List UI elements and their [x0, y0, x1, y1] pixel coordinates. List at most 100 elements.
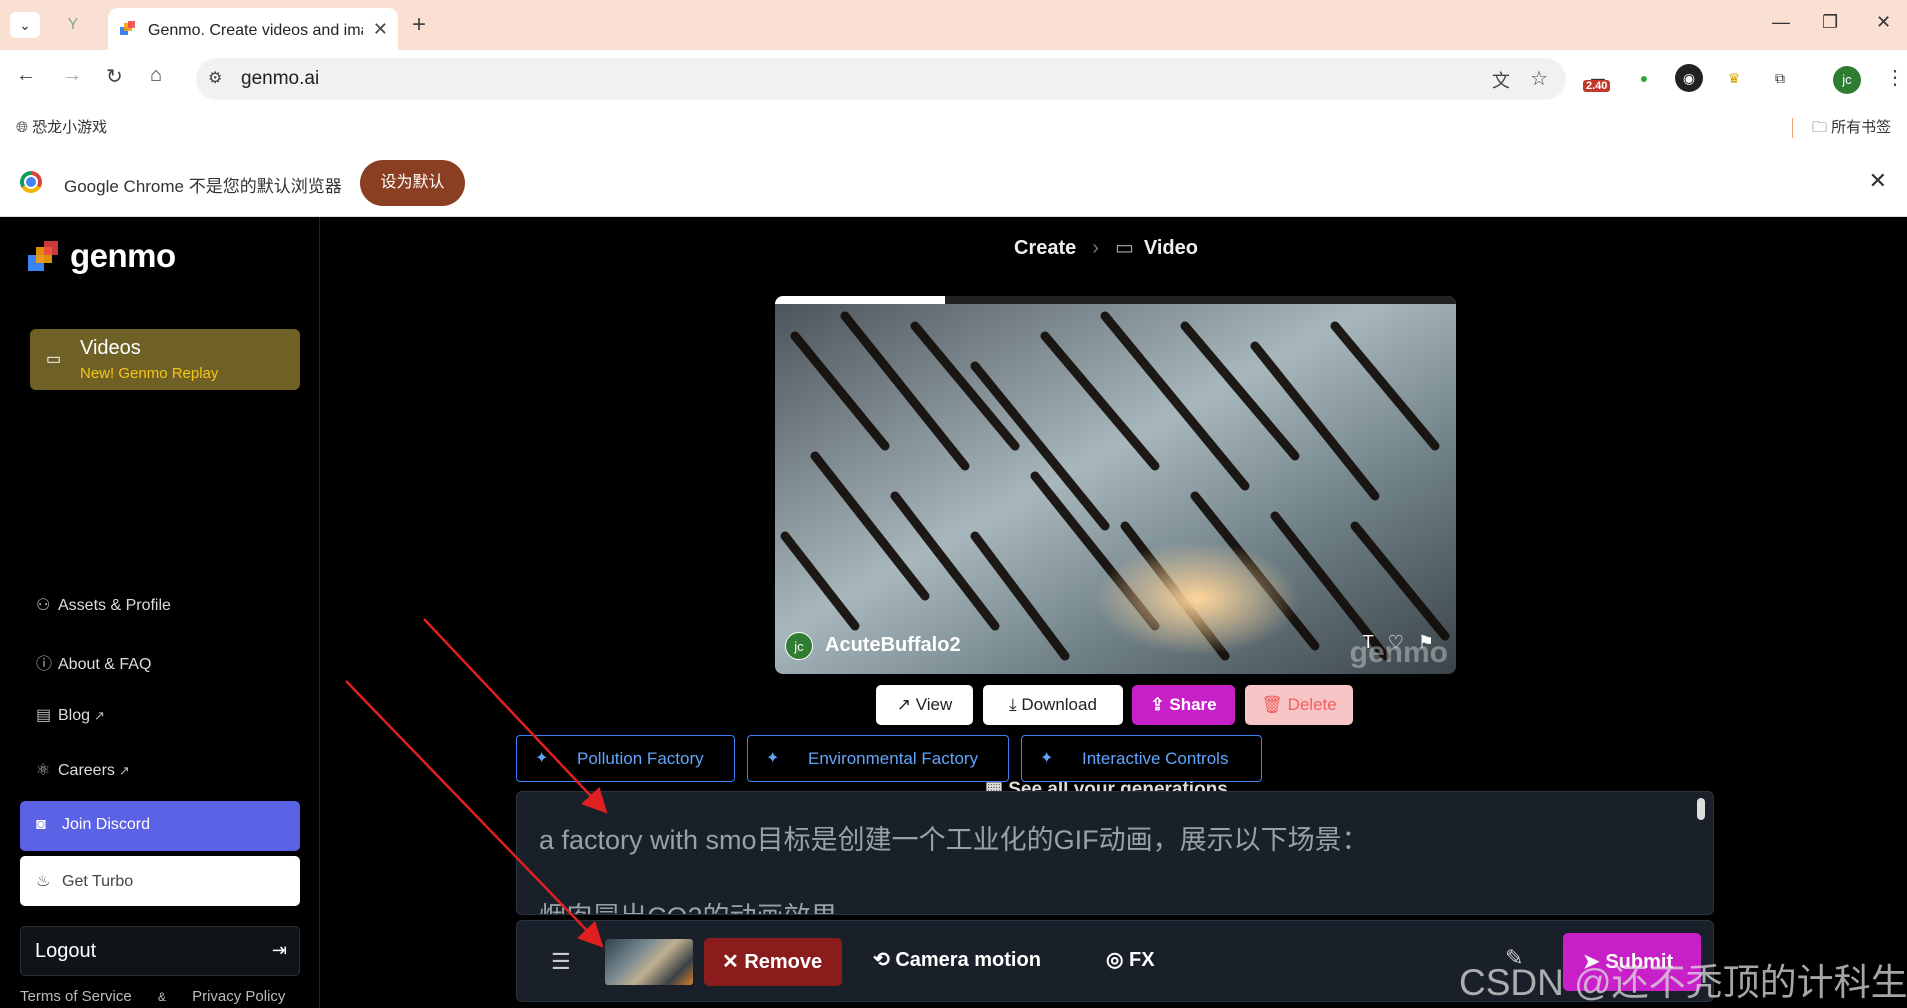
bookmark-star-icon[interactable]: ☆	[1530, 66, 1548, 91]
video-player[interactable]: jc AcuteBuffalo2 genmo T ♡ ⚑	[775, 296, 1456, 674]
discord-icon: ◙	[36, 816, 46, 833]
sidebar-item-careers[interactable]: ⚛ Careers ↗	[36, 760, 130, 780]
privacy-link[interactable]: Privacy Policy	[192, 988, 285, 1005]
video-progress-bar[interactable]	[775, 296, 1456, 304]
prompt-text-line: a factory with smo目标是创建一个工业化的GIF动画，展示以下场…	[539, 825, 1369, 855]
back-button[interactable]: ←	[16, 64, 36, 87]
remove-image-button[interactable]: ✕ Remove	[704, 938, 842, 986]
footer-separator: &	[157, 990, 166, 1004]
delete-button[interactable]: 🗑︎ Delete	[1245, 685, 1353, 725]
home-button[interactable]: ⌂	[150, 64, 162, 87]
sidebar-item-about[interactable]: ⓘ About & FAQ	[36, 650, 151, 674]
share-icon: ⇪	[1150, 695, 1170, 714]
y-logo-icon: Y	[67, 16, 79, 33]
text-icon[interactable]: T	[1363, 632, 1374, 652]
prompt-scrollbar[interactable]	[1697, 798, 1705, 820]
breadcrumb-video: Video	[1143, 237, 1198, 259]
globe-icon: 🌐︎	[16, 119, 33, 136]
tab-search-button[interactable]: ⌄	[10, 12, 40, 38]
flag-icon[interactable]: ⚑	[1418, 632, 1434, 652]
breadcrumb-create[interactable]: Create	[1014, 237, 1076, 259]
fx-button[interactable]: ◎ FX	[1106, 947, 1155, 972]
share-button[interactable]: ⇪ Share	[1132, 685, 1235, 725]
set-default-button[interactable]: 设为默认	[360, 160, 465, 206]
address-bar[interactable]: ⚙ genmo.ai 文 ☆	[196, 58, 1566, 100]
magic-wand-icon: ✦	[766, 750, 780, 767]
tab-title: Genmo. Create videos and images with AI	[148, 22, 363, 39]
owner-name: AcuteBuffalo2	[825, 634, 961, 656]
site-info-icon[interactable]: ⚙	[208, 68, 222, 88]
video-camera-icon: ▭	[1114, 237, 1134, 259]
bookmark-item[interactable]: 🌐︎ 恐龙小游戏	[16, 116, 107, 137]
close-window-button[interactable]: ✕	[1876, 12, 1891, 33]
extension-mask-icon[interactable]: ◉	[1675, 64, 1703, 92]
get-turbo-button[interactable]: ♨ Get Turbo	[20, 856, 300, 906]
chevron-down-icon: ⌄	[19, 17, 31, 33]
videos-nav-card[interactable]: ▭ Videos New! Genmo Replay	[30, 329, 300, 390]
default-browser-infobar: Google Chrome 不是您的默认浏览器 设为默认 ✕	[0, 144, 1907, 217]
download-icon: ⤓	[1009, 695, 1022, 714]
heart-icon[interactable]: ♡	[1388, 632, 1404, 652]
translate-icon[interactable]: 文	[1492, 67, 1510, 93]
forward-button[interactable]: →	[62, 64, 82, 87]
sidebar: genmo ▭ Videos New! Genmo Replay ⚇ Assets…	[0, 217, 320, 1008]
genmo-mark-icon	[28, 241, 58, 271]
logout-button[interactable]: Logout ⇥	[20, 926, 300, 976]
url-text: genmo.ai	[241, 68, 320, 89]
settings-sliders-icon[interactable]: ☰	[551, 949, 571, 975]
trash-icon: 🗑︎	[1261, 695, 1288, 714]
restore-button[interactable]: ❐	[1822, 12, 1838, 33]
suggestion-chip[interactable]: ✦ Pollution Factory	[516, 735, 735, 782]
video-progress-fill	[775, 296, 946, 304]
profile-avatar[interactable]: jc	[1833, 66, 1861, 94]
sidebar-item-assets[interactable]: ⚇ Assets & Profile	[36, 595, 171, 615]
csdn-watermark: CSDN @还不秃顶的计科生	[1459, 962, 1907, 1003]
videos-subtitle: New! Genmo Replay	[80, 365, 219, 382]
browser-menu-icon[interactable]: ⋮	[1885, 65, 1905, 90]
logo-text: genmo	[70, 237, 176, 274]
suggestion-chip[interactable]: ✦ Interactive Controls	[1021, 735, 1262, 782]
new-tab-button[interactable]: +	[412, 11, 426, 39]
reload-button[interactable]: ↻	[106, 64, 123, 89]
extension-globe-icon[interactable]: ●	[1630, 64, 1658, 92]
prompt-text-line: 烟囱冒出CO2的动画效果	[539, 895, 838, 914]
owner-avatar: jc	[785, 632, 813, 660]
tab-strip: ⌄ Y Genmo. Create videos and images with…	[0, 0, 1907, 50]
reference-image-thumbnail[interactable]	[605, 939, 693, 985]
chevron-right-icon: ›	[1092, 237, 1099, 259]
all-bookmarks[interactable]: 🗀 所有书签	[1812, 116, 1891, 142]
infobar-close-icon[interactable]: ✕	[1869, 168, 1887, 194]
extension-trophy-icon[interactable]: ♛	[1720, 64, 1748, 92]
atom-icon: ⚛	[36, 762, 51, 779]
pinned-tab[interactable]: Y	[60, 12, 86, 38]
flame-icon: ♨	[36, 873, 51, 890]
terms-link[interactable]: Terms of Service	[20, 988, 132, 1005]
active-tab[interactable]: Genmo. Create videos and images with AI …	[108, 8, 398, 50]
prompt-textarea[interactable]: a factory with smo目标是创建一个工业化的GIF动画，展示以下场…	[516, 791, 1714, 915]
chrome-logo-icon	[20, 171, 42, 193]
join-discord-button[interactable]: ◙ Join Discord	[20, 801, 300, 851]
extension-badge: 2.40	[1583, 80, 1611, 92]
bookmarks-bar: 🌐︎ 恐龙小游戏 🗀 所有书签	[0, 108, 1907, 144]
sidebar-item-blog[interactable]: ▤ Blog ↗	[36, 705, 105, 725]
camera-motion-icon: ⟲	[873, 949, 896, 971]
question-icon: ⓘ	[36, 656, 53, 673]
user-icon: ⚇	[36, 597, 51, 614]
logout-icon: ⇥	[271, 940, 287, 960]
video-actions: T ♡ ⚑	[1349, 632, 1434, 653]
suggestion-chip[interactable]: ✦ Environmental Factory	[747, 735, 1009, 782]
extensions-puzzle-icon[interactable]: ⧉	[1766, 64, 1794, 92]
folder-icon: 🗀	[1812, 119, 1832, 136]
download-button[interactable]: ⤓ Download	[983, 685, 1123, 725]
external-link-icon: ↗	[94, 708, 105, 723]
video-camera-icon: ▭	[46, 351, 62, 368]
minimize-button[interactable]: —	[1772, 12, 1790, 33]
view-button[interactable]: ↗ View	[876, 685, 973, 725]
videos-title: Videos	[80, 337, 141, 359]
external-link-icon: ↗	[896, 695, 916, 714]
newspaper-icon: ▤	[36, 707, 52, 724]
tab-close-icon[interactable]: ✕	[373, 19, 388, 40]
footer-links: Terms of Service & Privacy Policy	[20, 988, 285, 1005]
video-frame	[775, 296, 1456, 674]
camera-motion-button[interactable]: ⟲ Camera motion	[873, 947, 1041, 972]
